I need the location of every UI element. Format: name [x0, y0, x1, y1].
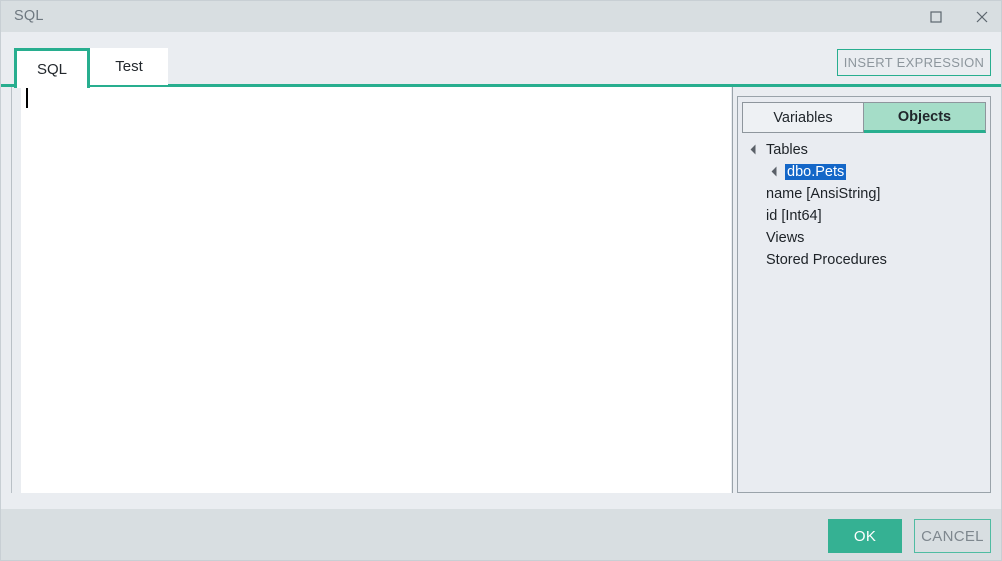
tree-item[interactable]: Stored Procedures	[748, 249, 980, 271]
chevron-down-icon[interactable]	[769, 161, 785, 183]
maximize-button[interactable]	[913, 1, 959, 32]
tab-variables[interactable]: Variables	[742, 102, 864, 133]
panel-tab-group: Variables Objects	[742, 102, 986, 133]
tree-item[interactable]: id [Int64]	[748, 205, 980, 227]
tree-item[interactable]: Views	[748, 227, 980, 249]
ok-button[interactable]: OK	[828, 519, 902, 553]
window-title: SQL	[14, 8, 44, 24]
tree-item-label: Tables	[766, 142, 808, 158]
tab-sql-label: SQL	[36, 61, 67, 78]
tab-test-label: Test	[115, 58, 143, 75]
tree-item-label: Views	[766, 230, 805, 246]
tree-item-label: name [AnsiString]	[766, 186, 881, 202]
cancel-button-label: CANCEL	[921, 527, 984, 545]
insert-expression-button[interactable]: INSERT EXPRESSION	[837, 49, 991, 76]
tree-item[interactable]: name [AnsiString]	[748, 183, 980, 205]
sql-dialog-window: SQL SQL Test INSERT EXPRESSION Variables…	[0, 0, 1002, 561]
close-icon	[976, 11, 988, 22]
tab-variables-label: Variables	[773, 109, 833, 126]
cancel-button[interactable]: CANCEL	[914, 519, 991, 553]
tree-item-label: Stored Procedures	[766, 252, 887, 268]
title-bar: SQL	[1, 1, 1001, 32]
ok-button-label: OK	[853, 527, 877, 545]
close-button[interactable]	[959, 1, 1001, 32]
tab-test[interactable]: Test	[90, 48, 168, 85]
tab-objects[interactable]: Objects	[864, 102, 986, 133]
tree-item-label: dbo.Pets	[785, 164, 847, 180]
tree-item[interactable]: dbo.Pets	[748, 161, 980, 183]
objects-panel: Variables Objects Tables dbo.Pets name [An…	[737, 96, 991, 493]
panel-splitter[interactable]	[732, 87, 733, 493]
objects-tree: Tables dbo.Pets name [AnsiString] id [Int64…	[748, 139, 980, 271]
maximize-icon	[930, 10, 942, 23]
tree-item-label: id [Int64]	[766, 208, 822, 224]
text-caret	[26, 88, 28, 108]
editor-gutter	[12, 87, 22, 493]
tab-sql[interactable]: SQL	[14, 48, 90, 88]
chevron-down-icon[interactable]	[748, 139, 764, 161]
insert-expression-label: INSERT EXPRESSION	[843, 55, 985, 70]
tab-objects-label: Objects	[897, 108, 952, 125]
tree-item[interactable]: Tables	[748, 139, 980, 161]
sql-editor[interactable]	[12, 87, 731, 493]
